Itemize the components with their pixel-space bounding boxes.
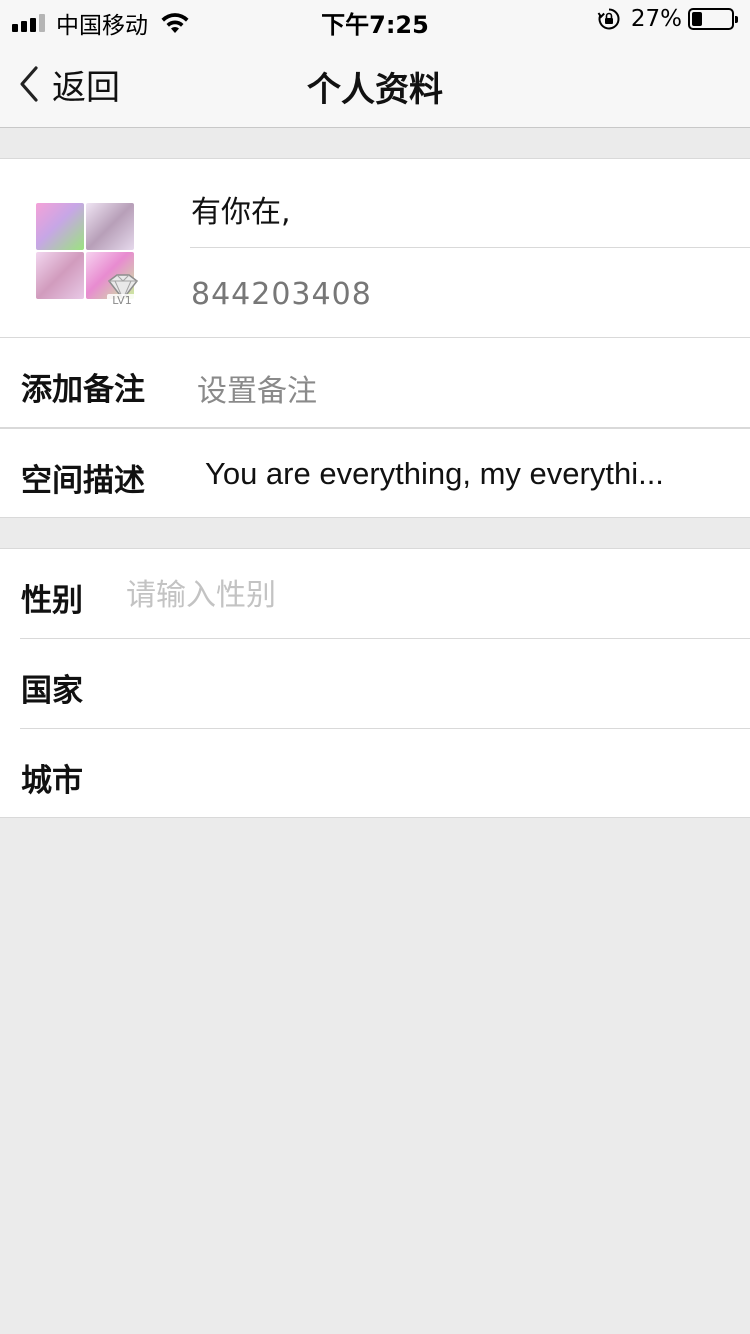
- gender-input[interactable]: [126, 575, 626, 615]
- country-label: 国家: [21, 673, 83, 709]
- navigation-bar: 返回 个人资料: [0, 40, 750, 128]
- gender-label: 性别: [21, 583, 83, 619]
- avatar-photo-1: [36, 203, 84, 250]
- city-row[interactable]: 城市: [0, 729, 750, 819]
- city-label: 城市: [21, 763, 83, 799]
- battery-fill: [692, 12, 702, 26]
- avatar-photo-3: [36, 252, 84, 299]
- level-badge-text: LV1: [112, 294, 131, 307]
- status-bar: 中国移动 下午7:25 27%: [0, 0, 750, 40]
- battery-percent: 27%: [630, 6, 682, 32]
- rotation-lock-icon: [597, 8, 620, 30]
- space-description-row[interactable]: 空间描述 You are everything, my everythi...: [0, 428, 750, 518]
- space-description-value: You are everything, my everythi...: [205, 456, 664, 491]
- gender-row[interactable]: 性别: [0, 549, 750, 639]
- divider: [190, 247, 750, 248]
- remark-label: 添加备注: [21, 372, 145, 408]
- diamond-level-badge-icon: LV1: [107, 274, 139, 307]
- battery-icon: [688, 8, 738, 30]
- remark-value[interactable]: 设置备注: [197, 366, 317, 410]
- avatar-photo-2: [86, 203, 134, 250]
- qq-number: 844203408: [191, 277, 372, 312]
- profile-card: LV1 有你在, 844203408: [0, 158, 750, 338]
- status-right: 27%: [597, 6, 738, 32]
- page-title: 个人资料: [307, 70, 443, 110]
- details-group: 性别 国家 城市: [0, 548, 750, 818]
- country-row[interactable]: 国家: [0, 639, 750, 729]
- avatar[interactable]: LV1: [36, 203, 139, 307]
- nickname: 有你在,: [191, 195, 291, 230]
- remark-row[interactable]: 添加备注 设置备注: [0, 338, 750, 428]
- space-description-label: 空间描述: [21, 463, 145, 499]
